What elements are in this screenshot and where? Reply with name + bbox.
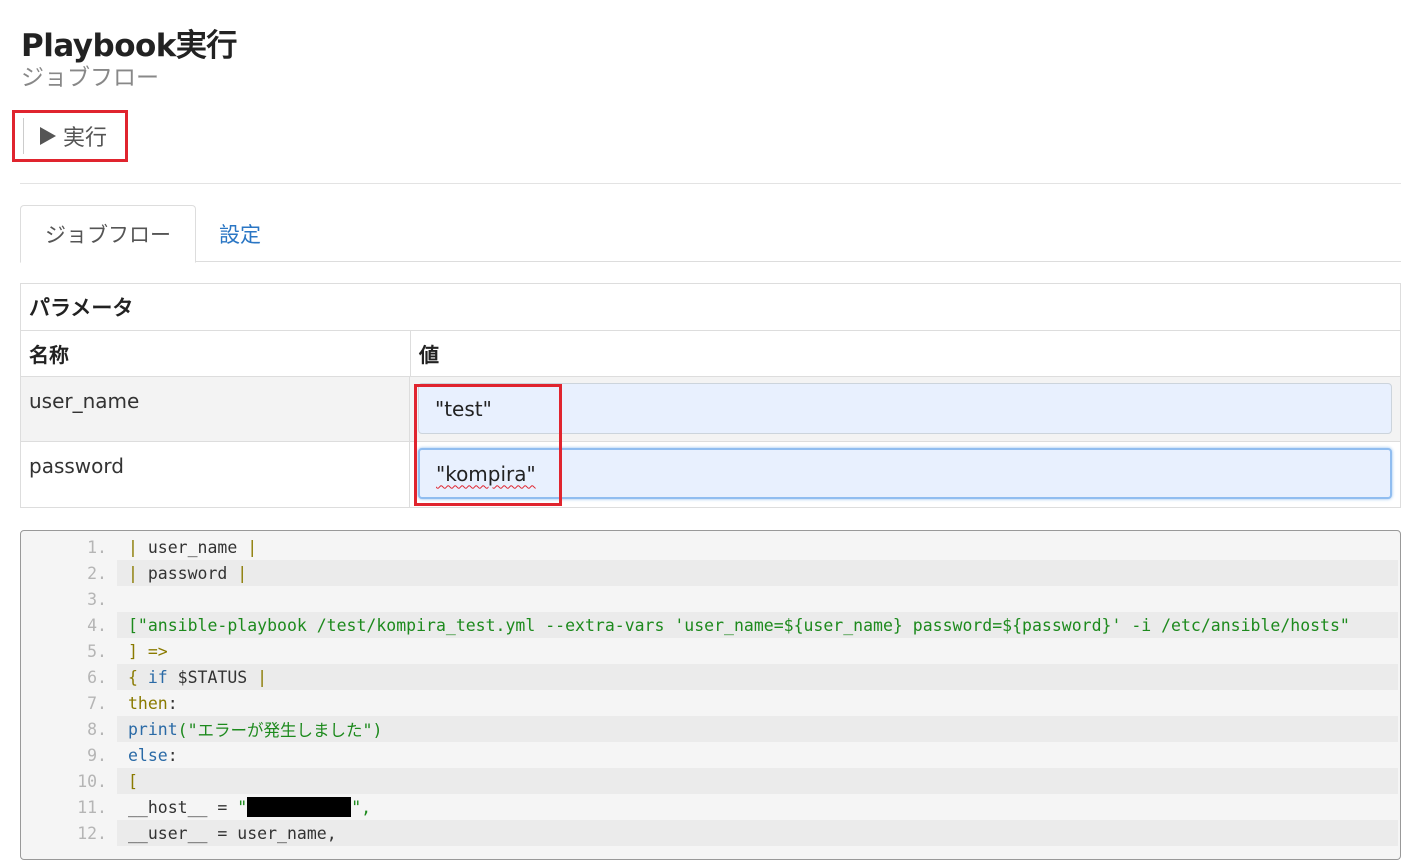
code-token: | bbox=[237, 537, 258, 557]
param-name: user_name bbox=[21, 377, 410, 441]
tab-bar: ジョブフロー 設定 bbox=[20, 205, 1401, 263]
line-number: 9. bbox=[87, 745, 107, 765]
code-token: | bbox=[128, 563, 148, 583]
code-token: | bbox=[227, 563, 248, 583]
code-token: : bbox=[167, 693, 178, 713]
run-label: 実行 bbox=[63, 126, 108, 151]
code-token: [ bbox=[128, 771, 138, 791]
page-subtitle: ジョブフロー bbox=[21, 65, 159, 91]
code-editor[interactable]: 1. | user_name | 2. | password | 3. 4. [… bbox=[20, 530, 1401, 860]
code-token: then bbox=[128, 693, 168, 713]
parameter-table: パラメータ 名称 値 user_name "test" password "ko… bbox=[20, 283, 1401, 508]
param-value-text: "kompira" bbox=[436, 461, 536, 486]
play-icon bbox=[40, 127, 56, 145]
code-token: , bbox=[326, 823, 337, 843]
line-number: 10. bbox=[77, 771, 107, 791]
code-line: 9. else: bbox=[21, 742, 1398, 768]
code-line: 11. __host__ = " ", bbox=[21, 794, 1398, 820]
code-token: __user__ = bbox=[128, 823, 238, 843]
page: Playbook実行 ジョブフロー 実行 ジョブフロー 設定 パラメータ 名称 … bbox=[0, 0, 1428, 860]
line-number: 6. bbox=[87, 667, 107, 687]
line-number: 11. bbox=[77, 797, 107, 817]
code-token: user_name bbox=[147, 537, 238, 557]
code-line: 2. | password | bbox=[21, 560, 1398, 586]
param-value-input[interactable]: "kompira" bbox=[418, 448, 1392, 499]
code-line: 6. { if $STATUS | bbox=[21, 664, 1398, 690]
param-value-input[interactable]: "test" bbox=[418, 383, 1392, 434]
tab-jobflow[interactable]: ジョブフロー bbox=[20, 205, 196, 263]
line-number: 7. bbox=[87, 693, 107, 713]
line-number: 2. bbox=[87, 563, 107, 583]
redaction-bar bbox=[247, 797, 352, 817]
column-header-value: 値 bbox=[419, 343, 439, 367]
code-line: 7. then: bbox=[21, 690, 1398, 716]
parameter-table-title: パラメータ bbox=[21, 284, 1400, 331]
code-token: $STATUS bbox=[167, 667, 258, 687]
code-token: ] => bbox=[128, 641, 168, 661]
line-number: 1. bbox=[87, 537, 107, 557]
table-row: password "kompira" bbox=[21, 442, 1400, 507]
code-token: user_name bbox=[237, 823, 327, 843]
code-token: : bbox=[167, 745, 178, 765]
tab-settings[interactable]: 設定 bbox=[219, 205, 261, 262]
table-header-row: 名称 値 bbox=[21, 331, 1400, 377]
column-header-name: 名称 bbox=[21, 331, 411, 376]
code-token: | bbox=[128, 537, 148, 557]
line-number: 12. bbox=[77, 823, 107, 843]
code-line: 3. bbox=[21, 586, 1398, 612]
code-token: ("エラーが発生しました") bbox=[177, 721, 383, 740]
code-line: 5. ] => bbox=[21, 638, 1398, 664]
line-number: 5. bbox=[87, 641, 107, 661]
run-button[interactable]: 実行 bbox=[23, 118, 123, 154]
code-token: ["ansible-playbook /test/kompira_test.ym… bbox=[117, 612, 1398, 638]
code-token: if bbox=[147, 667, 168, 687]
code-token: ", bbox=[351, 797, 372, 817]
code-token: { bbox=[128, 667, 148, 687]
code-line: 1. | user_name | bbox=[21, 534, 1398, 560]
run-highlight-box: 実行 bbox=[12, 110, 128, 162]
code-line: 8. print ("エラーが発生しました") bbox=[21, 716, 1398, 742]
param-name: password bbox=[21, 442, 410, 507]
code-token: " bbox=[237, 797, 248, 817]
code-token: password bbox=[147, 563, 228, 583]
code-token: | bbox=[257, 667, 268, 687]
line-number: 4. bbox=[87, 615, 107, 635]
code-token: __host__ = bbox=[128, 797, 238, 817]
code-token: print bbox=[128, 719, 178, 739]
line-number: 8. bbox=[87, 719, 107, 739]
code-line: 4. ["ansible-playbook /test/kompira_test… bbox=[21, 612, 1398, 638]
code-token: else bbox=[128, 745, 168, 765]
line-number: 3. bbox=[87, 589, 107, 609]
code-line: 10. [ bbox=[21, 768, 1398, 794]
divider bbox=[20, 183, 1401, 184]
param-value-text: "test" bbox=[435, 396, 492, 421]
table-row: user_name "test" bbox=[21, 377, 1400, 442]
code-line: 12. __user__ = user_name, bbox=[21, 820, 1398, 846]
